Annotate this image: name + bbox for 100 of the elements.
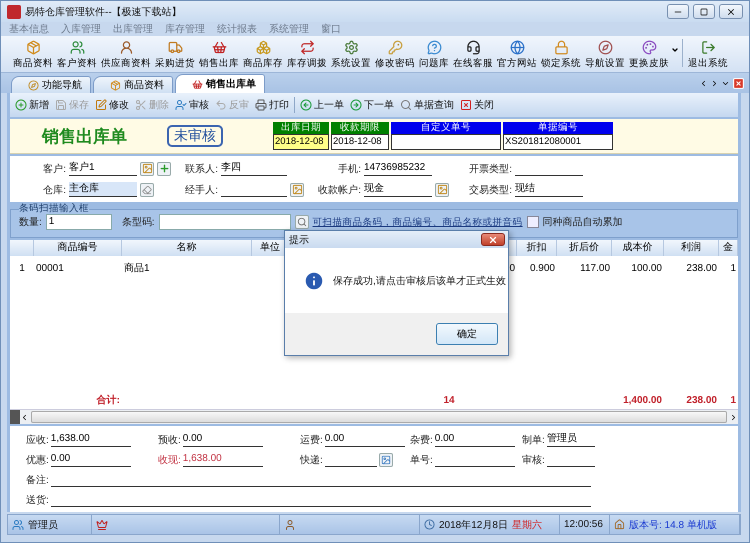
field-label: 收款帐户: xyxy=(317,184,361,196)
column-header[interactable]: 利润 xyxy=(664,240,719,256)
text-field[interactable]: 0.00 xyxy=(50,452,131,467)
toolbar-button[interactable]: 在线客服 xyxy=(451,40,495,70)
column-header[interactable]: 商品编号 xyxy=(34,240,122,256)
toolbar-button[interactable]: 销售出库 xyxy=(197,40,241,70)
quantity-field[interactable]: 1 xyxy=(46,214,112,230)
toolbar-button[interactable]: 关闭 xyxy=(457,98,497,112)
hint-link[interactable]: 可扫描商品条码，商品编号、商品名称或拼音码 xyxy=(312,216,523,228)
house-icon xyxy=(614,519,625,530)
column-header[interactable]: 金 xyxy=(719,240,738,256)
text-field[interactable]: 0.00 xyxy=(324,432,405,447)
text-field[interactable]: 李四 xyxy=(221,161,287,176)
form-title: 销售出库单 xyxy=(42,126,128,148)
text-field[interactable]: 现金 xyxy=(364,182,432,197)
input-field[interactable]: 2018-12-08 xyxy=(331,134,389,150)
corner-block xyxy=(10,410,20,424)
undo-icon xyxy=(215,99,227,111)
scroll-left-icon[interactable] xyxy=(699,78,708,88)
toolbar-button[interactable]: 导航设置 xyxy=(583,40,627,70)
tab[interactable]: 功能导航 xyxy=(11,76,91,93)
column-header[interactable]: 名称 xyxy=(122,240,252,256)
toolbar-button[interactable]: 审核 xyxy=(172,98,212,112)
close-icon xyxy=(726,6,736,16)
tab[interactable]: 商品资料 xyxy=(93,76,173,93)
close-icon[interactable] xyxy=(732,76,745,90)
toolbar-button[interactable]: 单据查询 xyxy=(397,98,457,112)
toolbar-button[interactable]: 新增 xyxy=(12,98,52,112)
checkbox-label: 同种商品自动累加 xyxy=(542,216,623,229)
maximize-button[interactable] xyxy=(693,4,715,19)
text-field[interactable]: 1,638.00 xyxy=(50,432,131,447)
toolbar-button[interactable]: 商品库存 xyxy=(241,40,285,70)
toolbar-button[interactable]: 商品资料 xyxy=(11,40,55,70)
headset-icon xyxy=(466,40,480,55)
edit-icon xyxy=(95,99,107,111)
text-field[interactable]: 主仓库 xyxy=(69,182,137,197)
field-label: 客户: xyxy=(42,162,66,176)
text-field[interactable]: 现结 xyxy=(515,182,583,197)
column-header[interactable]: 折后价 xyxy=(557,240,612,256)
close-button[interactable] xyxy=(481,233,505,246)
toolbar-button[interactable]: 官方网站 xyxy=(495,40,539,70)
field-label: 交易类型: xyxy=(468,184,512,196)
toolbar-button[interactable]: 系统设置 xyxy=(329,40,373,70)
lookup-button[interactable] xyxy=(290,182,304,196)
table-cell-text: 117.00 xyxy=(579,262,611,276)
maximize-icon xyxy=(700,8,708,16)
lookup-button[interactable] xyxy=(435,182,449,196)
window-title: 易特仓库管理软件--【极速下载站】 xyxy=(25,6,183,18)
user-name: 管理员 xyxy=(28,518,58,532)
search-button[interactable] xyxy=(294,215,309,229)
column-header[interactable]: 折扣 xyxy=(517,240,557,256)
lookup-button[interactable] xyxy=(378,452,393,466)
arrows-icon xyxy=(300,40,314,55)
field-label: 收现: xyxy=(158,454,181,466)
save-icon xyxy=(55,99,67,111)
tab[interactable]: 销售出库单 xyxy=(175,74,265,93)
toolbar-button[interactable]: 锁定系统 xyxy=(539,40,583,70)
close-icon xyxy=(460,99,472,111)
toolbar-button[interactable]: 修改 xyxy=(92,98,132,112)
input-field[interactable] xyxy=(391,134,501,150)
toolbar-button[interactable]: 客户资料 xyxy=(55,40,99,70)
lookup-button[interactable] xyxy=(140,162,154,176)
version-text: 版本号: 14.8 单机版 xyxy=(629,518,717,532)
toolbar-button[interactable]: 上一单 xyxy=(297,98,347,112)
field-header: 出库日期 xyxy=(273,122,329,134)
image-icon xyxy=(142,163,152,174)
caret-icon[interactable] xyxy=(671,46,679,54)
plus-icon xyxy=(158,163,170,174)
close-button[interactable] xyxy=(719,4,743,19)
toolbar-button[interactable]: 供应商资料 xyxy=(99,40,153,70)
column-header[interactable]: 成本价 xyxy=(612,240,664,256)
dialog-message: 保存成功,请点击审核后该单才正式生效 xyxy=(333,274,506,288)
barcode-field[interactable] xyxy=(158,214,291,230)
text-field[interactable]: 0.00 xyxy=(434,432,515,447)
horizontal-scrollbar[interactable] xyxy=(10,409,738,424)
toolbar-button[interactable]: 库存调拨 xyxy=(285,40,329,70)
input-field[interactable]: 2018-12-08 xyxy=(273,134,329,150)
toolbar-button[interactable]: 下一单 xyxy=(347,98,397,112)
text-field[interactable]: 1,638.00 xyxy=(182,452,263,467)
add-button[interactable] xyxy=(157,162,171,176)
text-field[interactable]: 客户1 xyxy=(69,161,137,176)
text-field[interactable]: 0.00 xyxy=(182,432,263,447)
field-label: 数量: xyxy=(19,216,42,229)
field-label: 应收: xyxy=(26,434,49,446)
clear-button[interactable] xyxy=(140,182,154,196)
field-label: 经手人: xyxy=(184,184,218,196)
scroll-right-icon[interactable] xyxy=(710,78,719,88)
toolbar-button[interactable]: 修改密码 xyxy=(373,40,417,70)
checkbox[interactable] xyxy=(526,216,539,228)
text-field[interactable]: 管理员 xyxy=(546,432,595,447)
toolbar-button[interactable]: 打印 xyxy=(252,98,292,112)
input-field[interactable]: XS201812080001 xyxy=(503,134,613,150)
field-label: 备注: xyxy=(26,474,49,486)
toolbar-button[interactable]: 问题库 xyxy=(417,40,451,70)
text-field[interactable]: 14736985232 xyxy=(364,161,432,176)
basket-icon xyxy=(212,40,226,55)
toolbar-button[interactable]: 退出系统 xyxy=(686,40,730,70)
toolbar-button[interactable]: 更换皮肤 xyxy=(627,40,671,70)
toolbar-button[interactable]: 采购进货 xyxy=(153,40,197,70)
ok-button[interactable]: 确定 xyxy=(436,323,498,345)
